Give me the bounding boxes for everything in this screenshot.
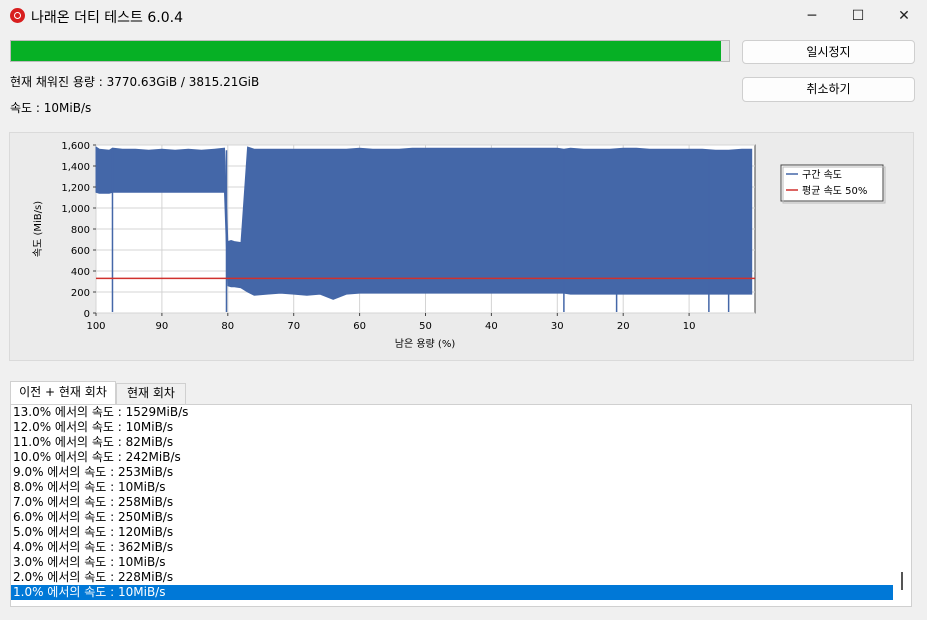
log-row[interactable]: 13.0% 에서의 속도 : 1529MiB/s: [11, 405, 911, 420]
app-logo-icon: [10, 8, 25, 23]
legend-label-interval: 구간 속도: [802, 169, 842, 181]
x-tick-label: 30: [551, 321, 564, 332]
y-tick-label: 200: [71, 288, 90, 299]
progress-fill: [11, 41, 721, 61]
close-icon[interactable]: ✕: [881, 0, 927, 32]
x-tick-label: 70: [287, 321, 300, 332]
title-bar: 나래온 더티 테스트 6.0.4 ─ ☐ ✕: [0, 0, 927, 32]
log-row[interactable]: 11.0% 에서의 속도 : 82MiB/s: [11, 435, 911, 450]
log-row[interactable]: 5.0% 에서의 속도 : 120MiB/s: [11, 525, 911, 540]
log-row[interactable]: 7.0% 에서의 속도 : 258MiB/s: [11, 495, 911, 510]
log-row[interactable]: 4.0% 에서의 속도 : 362MiB/s: [11, 540, 911, 555]
y-tick-label: 1,400: [61, 162, 90, 173]
window-title: 나래온 더티 테스트 6.0.4: [31, 10, 184, 26]
y-tick-label: 1,200: [61, 183, 90, 194]
x-tick-label: 90: [156, 321, 169, 332]
speed-log-list[interactable]: 13.0% 에서의 속도 : 1529MiB/s 12.0% 에서의 속도 : 1…: [10, 404, 912, 607]
x-tick-label: 80: [221, 321, 234, 332]
cancel-button[interactable]: 취소하기: [742, 77, 915, 102]
log-row[interactable]: 3.0% 에서의 속도 : 10MiB/s: [11, 555, 911, 570]
y-tick-label: 1,000: [61, 204, 90, 215]
x-tick-label: 50: [419, 321, 432, 332]
log-row[interactable]: 10.0% 에서의 속도 : 242MiB/s: [11, 450, 911, 465]
log-row[interactable]: 9.0% 에서의 속도 : 253MiB/s: [11, 465, 911, 480]
tab-previous-and-current[interactable]: 이전 + 현재 회차: [10, 381, 116, 404]
x-tick-label: 100: [86, 321, 105, 332]
x-tick-label: 40: [485, 321, 498, 332]
y-axis-label: 속도 (MiB/s): [32, 201, 44, 257]
y-tick-label: 600: [71, 246, 90, 257]
speed-chart: 0 200 400 600 800 1,000 1,200 1,400 1,600 100 90 8…: [32, 141, 886, 350]
maximize-icon[interactable]: ☐: [835, 0, 881, 32]
x-tick-label: 20: [617, 321, 630, 332]
speed-label: 속도 : 10MiB/s: [10, 101, 92, 115]
log-row[interactable]: 8.0% 에서의 속도 : 10MiB/s: [11, 480, 911, 495]
legend: 구간 속도 평균 속도 50%: [780, 164, 886, 204]
minimize-icon[interactable]: ─: [789, 0, 835, 32]
log-row[interactable]: 1.0% 에서의 속도 : 10MiB/s: [11, 585, 893, 600]
log-row[interactable]: 6.0% 에서의 속도 : 250MiB/s: [11, 510, 911, 525]
fill-progress-bar: [10, 40, 730, 62]
legend-label-average: 평균 속도 50%: [802, 185, 867, 197]
tab-current[interactable]: 현재 회차: [116, 383, 186, 404]
speed-chart-panel: 0 200 400 600 800 1,000 1,200 1,400 1,600 100 90 8…: [9, 132, 914, 361]
x-axis-label: 남은 용량 (%): [395, 338, 456, 350]
pause-button[interactable]: 일시정지: [742, 40, 915, 64]
capacity-label: 현재 채워진 용량 : 3770.63GiB / 3815.21GiB: [10, 75, 260, 89]
log-scrollbar[interactable]: [893, 405, 911, 606]
x-tick-label: 60: [353, 321, 366, 332]
scroll-thumb[interactable]: [901, 572, 903, 590]
log-row[interactable]: 2.0% 에서의 속도 : 228MiB/s: [11, 570, 911, 585]
y-tick-label: 1,600: [61, 141, 90, 152]
log-row[interactable]: 12.0% 에서의 속도 : 10MiB/s: [11, 420, 911, 435]
y-tick-label: 400: [71, 267, 90, 278]
y-tick-label: 800: [71, 225, 90, 236]
x-tick-label: 10: [683, 321, 696, 332]
y-tick-label: 0: [84, 309, 90, 320]
